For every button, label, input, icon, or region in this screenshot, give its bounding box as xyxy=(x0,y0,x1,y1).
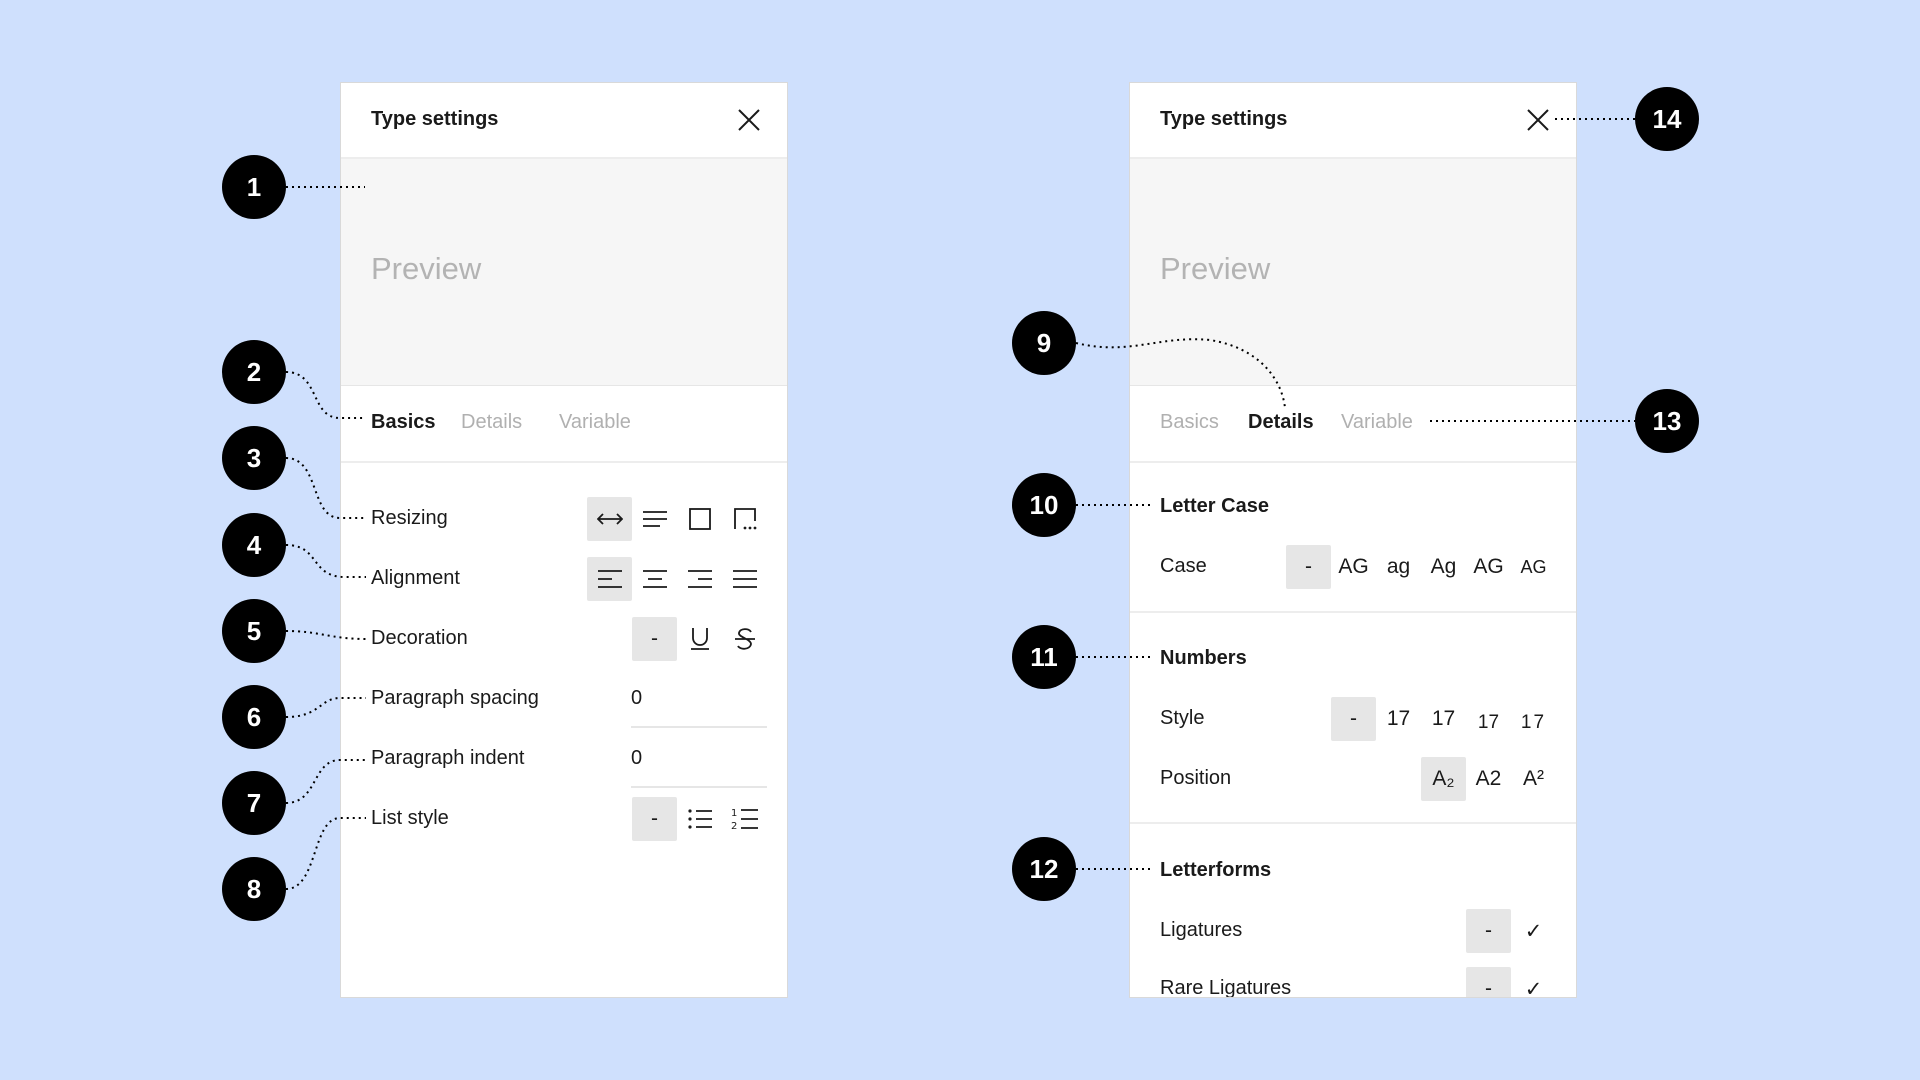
callout-marker: 5 xyxy=(222,599,286,663)
callout-marker: 10 xyxy=(1012,473,1076,537)
callout-marker: 9 xyxy=(1012,311,1076,375)
callout-marker: 12 xyxy=(1012,837,1076,901)
callout-marker: 1 xyxy=(222,155,286,219)
callout-marker: 4 xyxy=(222,513,286,577)
callout-marker: 6 xyxy=(222,685,286,749)
callout-marker: 2 xyxy=(222,340,286,404)
callout-marker: 13 xyxy=(1635,389,1699,453)
callout-marker: 3 xyxy=(222,426,286,490)
callout-marker: 8 xyxy=(222,857,286,921)
callout-marker: 14 xyxy=(1635,87,1699,151)
annotation-leader-lines xyxy=(285,118,1635,890)
callout-marker: 7 xyxy=(222,771,286,835)
callout-marker: 11 xyxy=(1012,625,1076,689)
